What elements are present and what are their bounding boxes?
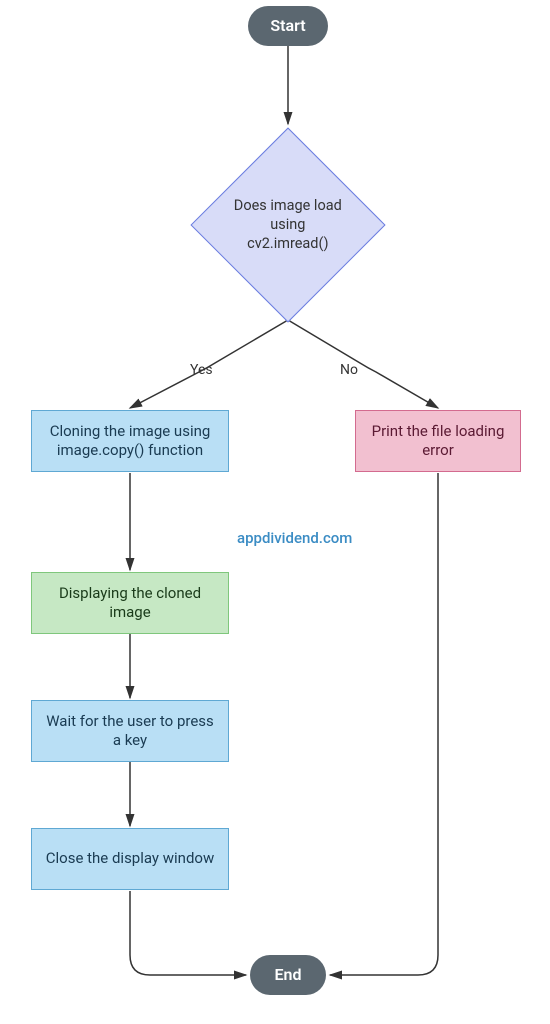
clone-process-label: Cloning the image using image.copy() fun…	[44, 422, 216, 461]
end-label: End	[275, 965, 302, 986]
close-process-label: Close the display window	[46, 849, 215, 869]
watermark-text: appdividend.com	[237, 529, 352, 547]
clone-process-node: Cloning the image using image.copy() fun…	[31, 410, 229, 472]
display-process-node: Displaying the cloned image	[31, 572, 229, 634]
yes-label: Yes	[190, 362, 213, 378]
end-node: End	[250, 955, 326, 995]
decision-node: Does image load using cv2.imread()	[190, 127, 385, 322]
error-process-node: Print the file loading error	[355, 410, 521, 472]
wait-process-label: Wait for the user to press a key	[44, 712, 216, 751]
error-process-label: Print the file loading error	[368, 422, 508, 461]
decision-label: Does image load using cv2.imread()	[232, 197, 344, 254]
wait-process-node: Wait for the user to press a key	[31, 700, 229, 762]
start-label: Start	[270, 16, 305, 37]
display-process-label: Displaying the cloned image	[44, 584, 216, 623]
close-process-node: Close the display window	[31, 828, 229, 890]
start-node: Start	[248, 6, 328, 46]
no-label: No	[340, 362, 358, 378]
